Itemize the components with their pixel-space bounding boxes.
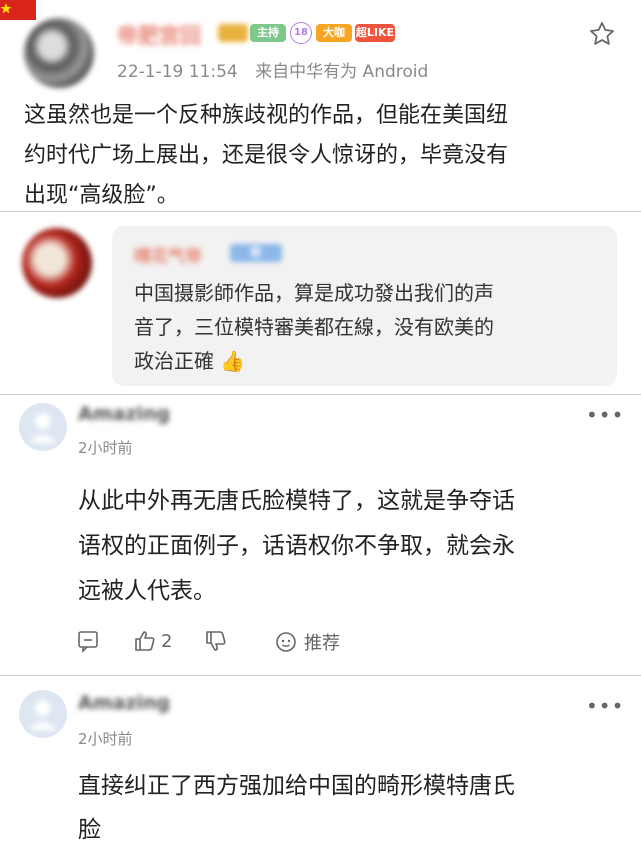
host-badge: 主持 [250,24,286,42]
recommend-icon [276,632,296,652]
user-level-badge [218,24,248,42]
member-level-badge: 18 [290,22,312,44]
reply-line: 音了，三位模特審美都在線，没有欧美的 [134,315,494,339]
like-count: 2 [161,630,173,652]
reply-line: 政治正確 👍 [134,344,494,378]
reply-line-text: 政治正確 [134,349,214,373]
more-options-icon[interactable]: ••• [586,403,624,427]
comment-avatar[interactable] [19,403,67,451]
comment-line: 脸 [78,817,101,843]
comment-line: 远被人代表。 [78,578,216,604]
reply-badge-text: 粉 [250,246,262,259]
post-meta: 22-1-19 11:54 来自中华有为 Android [117,57,428,82]
reply-bubble: 晴花气帝 粉 中国摄影師作品，算是成功發出我们的声 音了，三位模特審美都在線，没… [112,226,617,386]
comment-icon [78,631,98,653]
thumbs-up-icon [135,631,155,651]
weibo-post: 帝肥宫回 主持 18 大咖 超LIKE 22-1-19 11:54 来自中华有为… [0,0,641,212]
reply-body: 中国摄影師作品，算是成功發出我们的声 音了，三位模特審美都在線，没有欧美的 政治… [134,276,494,378]
reply-username[interactable]: 晴花气帝 [134,242,202,267]
comment-time: 2小时前 [78,439,133,457]
comment-username[interactable]: Amazing [78,692,170,714]
reply-comment-button[interactable] [76,629,100,653]
reply-user-badge: 粉 [230,244,282,262]
recommend-button[interactable]: 推荐 [274,629,340,655]
recommend-label: 推荐 [304,633,340,654]
comment-avatar[interactable] [19,690,67,738]
more-options-icon[interactable]: ••• [586,694,624,718]
comment-time: 2小时前 [78,730,133,748]
favorite-star-icon[interactable] [588,20,616,48]
post-body: 这虽然也是一个反种族歧视的作品，但能在美国纽 约时代广场上展出，还是很令人惊讶的… [24,96,508,216]
comment-username[interactable]: Amazing [78,403,170,425]
post-source: 来自中华有为 Android [255,62,429,82]
dislike-button[interactable] [204,629,228,653]
thumbs-down-icon [206,631,226,651]
super-like-badge: 超LIKE [355,24,395,42]
user-avatar[interactable] [24,18,94,88]
comment-item: Amazing 2小时前 ••• 从此中外再无唐氏脸模特了，这就是争夺话 语权的… [0,395,641,675]
post-line: 约时代广场上展出，还是很令人惊讶的，毕竟没有 [24,143,509,168]
comment-line: 直接纠正了西方强加给中国的畸形模特唐氏 [78,773,515,799]
flag-icon [0,0,36,20]
thumbs-up-emoji: 👍 [220,349,246,373]
like-button[interactable]: 2 [133,629,172,653]
reply-line: 中国摄影師作品，算是成功發出我们的声 [134,281,494,305]
comment-line: 从此中外再无唐氏脸模特了，这就是争夺话 [78,488,515,514]
comment-body: 从此中外再无唐氏脸模特了，这就是争夺话 语权的正面例子，话语权你不争取，就会永 … [78,479,515,614]
post-line: 出现“高级脸”。 [24,183,179,208]
reply-block: 晴花气帝 粉 中国摄影師作品，算是成功發出我们的声 音了，三位模特審美都在線，没… [0,212,641,394]
post-username[interactable]: 帝肥宫回 [117,20,201,50]
comment-body: 直接纠正了西方强加给中国的畸形模特唐氏 脸 [78,764,515,852]
reply-avatar[interactable] [22,228,92,298]
comment-line: 语权的正面例子，话语权你不争取，就会永 [78,533,515,559]
member-level-text: 18 [294,27,308,38]
comment-item: Amazing 2小时前 ••• 直接纠正了西方强加给中国的畸形模特唐氏 脸 [0,676,641,863]
post-timestamp: 22-1-19 11:54 [117,62,238,82]
post-line: 这虽然也是一个反种族歧视的作品，但能在美国纽 [24,103,509,128]
big-shot-badge: 大咖 [316,24,352,42]
